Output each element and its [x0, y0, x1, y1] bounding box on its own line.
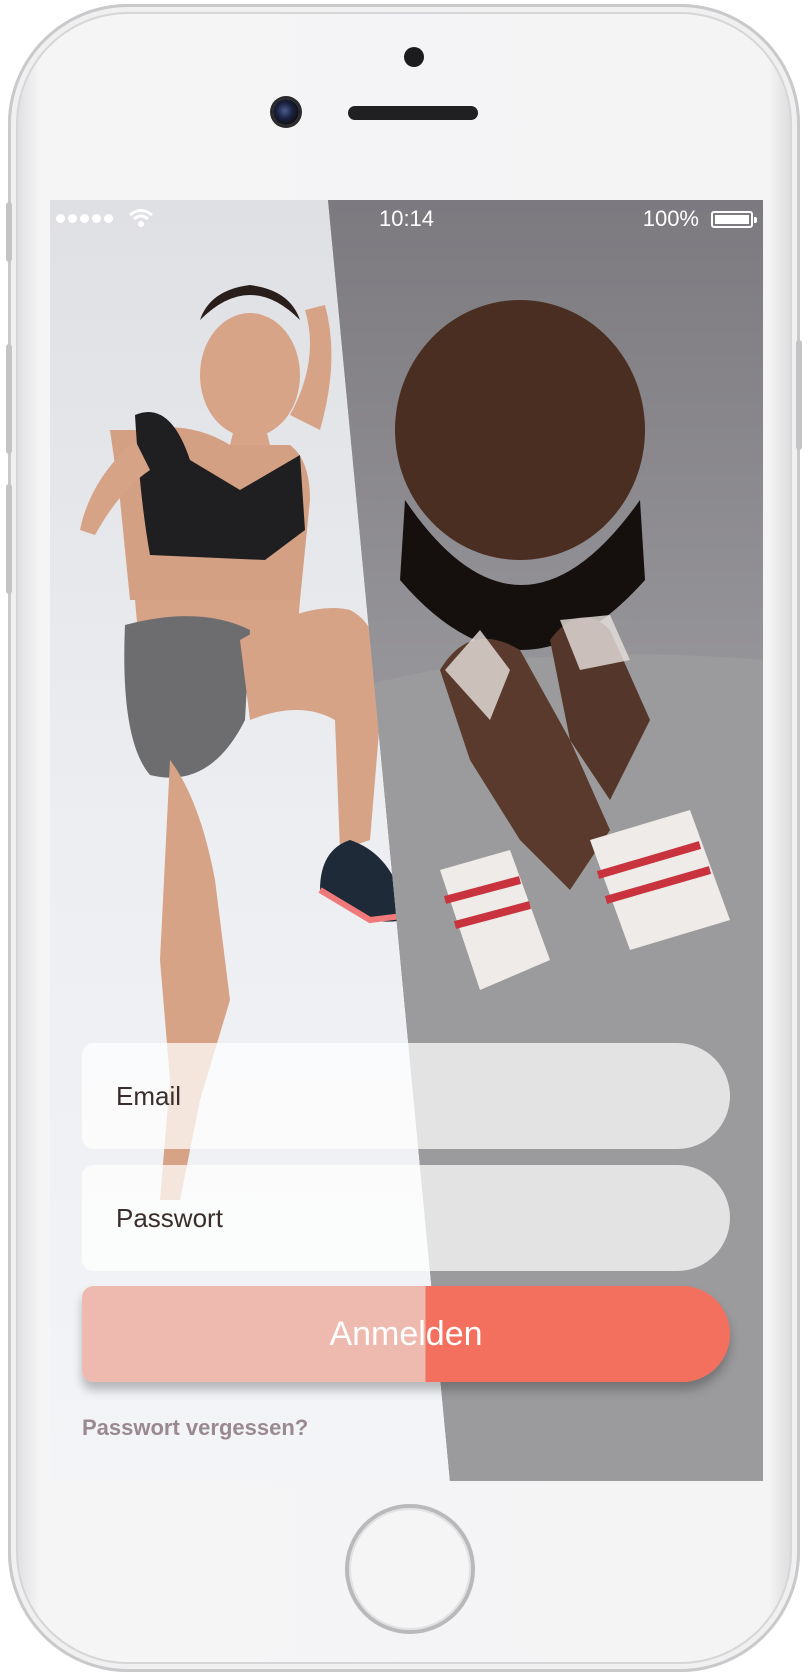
proximity-sensor — [404, 47, 424, 67]
volume-up-button — [6, 344, 12, 454]
forgot-password-link[interactable]: Passwort vergessen? — [82, 1415, 308, 1441]
front-camera-icon — [273, 99, 299, 125]
password-placeholder: Passwort — [116, 1202, 223, 1233]
battery-percentage: 100% — [642, 206, 699, 231]
battery-icon — [711, 211, 757, 228]
email-field[interactable]: Email — [82, 1043, 730, 1149]
earpiece-speaker — [348, 106, 478, 120]
home-button[interactable] — [349, 1508, 471, 1630]
email-placeholder: Email — [116, 1080, 182, 1111]
login-button[interactable]: Anmelden — [82, 1286, 730, 1382]
password-field[interactable]: Passwort — [82, 1165, 730, 1271]
mute-switch — [6, 202, 12, 262]
power-button — [796, 340, 802, 450]
status-bar: 10:14 100% — [50, 200, 763, 240]
volume-down-button — [6, 484, 12, 594]
app-screen: 10:14 100% Email Passwort Anmelden Passw… — [50, 200, 763, 1481]
